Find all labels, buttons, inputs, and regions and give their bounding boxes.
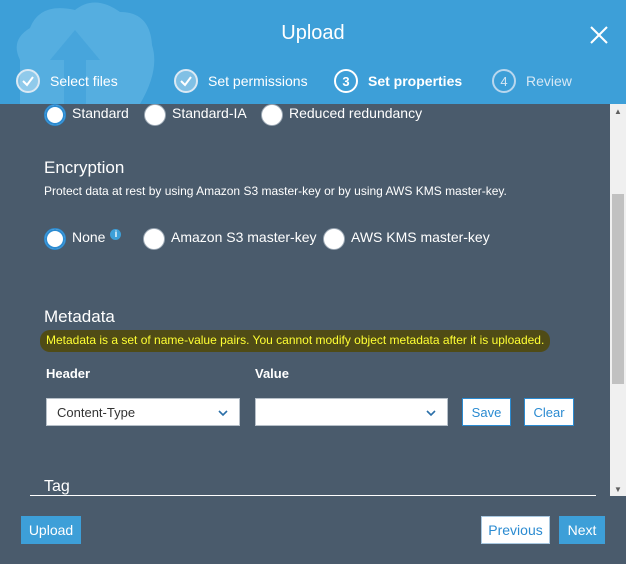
storage-class-reduced-redundancy[interactable]: Reduced redundancy bbox=[261, 104, 423, 126]
header-column-label: Header bbox=[46, 366, 91, 381]
vertical-scrollbar[interactable]: ▲ ▼ bbox=[610, 104, 626, 496]
properties-panel: Standard Standard-IA Reduced redundancy … bbox=[0, 104, 610, 496]
radio-button[interactable] bbox=[144, 104, 166, 126]
info-icon[interactable]: i bbox=[110, 228, 122, 240]
encryption-title: Encryption bbox=[44, 158, 125, 177]
step-select-files[interactable]: Select files bbox=[16, 66, 118, 96]
metadata-title: Metadata bbox=[44, 307, 115, 326]
dialog-footer: Upload Previous Next bbox=[0, 496, 626, 564]
header-select[interactable]: Content-Type bbox=[46, 398, 240, 426]
next-button[interactable]: Next bbox=[559, 516, 605, 544]
chevron-down-icon bbox=[426, 410, 436, 417]
value-select[interactable] bbox=[255, 398, 448, 426]
radio-label: None bbox=[72, 229, 106, 245]
step-label: Review bbox=[526, 73, 572, 89]
radio-label: Standard bbox=[72, 105, 129, 121]
check-icon bbox=[16, 69, 40, 93]
clear-button[interactable]: Clear bbox=[524, 398, 574, 426]
radio-label: Standard-IA bbox=[172, 105, 247, 121]
encryption-s3-master-key[interactable]: Amazon S3 master-key bbox=[143, 226, 317, 250]
storage-class-standard[interactable]: Standard bbox=[44, 104, 129, 126]
radio-label: Amazon S3 master-key bbox=[171, 229, 317, 245]
dialog-header: Upload Select files Set permissions 3 Se… bbox=[0, 0, 626, 104]
radio-label: Reduced redundancy bbox=[289, 105, 423, 121]
step-label: Select files bbox=[50, 73, 118, 89]
chevron-down-icon bbox=[218, 410, 228, 417]
save-button[interactable]: Save bbox=[462, 398, 511, 426]
encryption-none[interactable]: None i bbox=[44, 226, 122, 250]
check-icon bbox=[174, 69, 198, 93]
upload-button[interactable]: Upload bbox=[21, 516, 81, 544]
storage-class-standard-ia[interactable]: Standard-IA bbox=[144, 104, 247, 126]
metadata-description: Metadata is a set of name-value pairs. Y… bbox=[40, 330, 551, 352]
header-select-value: Content-Type bbox=[57, 404, 136, 420]
step-review[interactable]: 4 Review bbox=[492, 66, 572, 96]
scroll-thumb[interactable] bbox=[612, 194, 624, 384]
dialog-title: Upload bbox=[281, 22, 345, 44]
radio-button[interactable] bbox=[323, 228, 345, 250]
scroll-up-arrow-icon[interactable]: ▲ bbox=[610, 104, 626, 118]
encryption-kms-master-key[interactable]: AWS KMS master-key bbox=[323, 226, 490, 250]
step-number: 3 bbox=[334, 69, 358, 93]
value-column-label: Value bbox=[255, 366, 289, 381]
scroll-down-arrow-icon[interactable]: ▼ bbox=[610, 482, 626, 496]
close-icon[interactable] bbox=[586, 22, 612, 48]
tag-title: Tag bbox=[44, 478, 70, 495]
step-label: Set permissions bbox=[208, 73, 308, 89]
radio-button[interactable] bbox=[261, 104, 283, 126]
previous-button[interactable]: Previous bbox=[481, 516, 550, 544]
radio-button[interactable] bbox=[44, 104, 66, 126]
step-label: Set properties bbox=[368, 73, 463, 89]
step-set-properties[interactable]: 3 Set properties bbox=[334, 66, 462, 96]
step-number: 4 bbox=[492, 69, 516, 93]
encryption-description: Protect data at rest by using Amazon S3 … bbox=[44, 184, 507, 198]
step-set-permissions[interactable]: Set permissions bbox=[174, 66, 308, 96]
radio-button[interactable] bbox=[44, 228, 66, 250]
wizard-steps: Select files Set permissions 3 Set prope… bbox=[0, 66, 626, 96]
radio-button[interactable] bbox=[143, 228, 165, 250]
radio-label: AWS KMS master-key bbox=[351, 229, 490, 245]
